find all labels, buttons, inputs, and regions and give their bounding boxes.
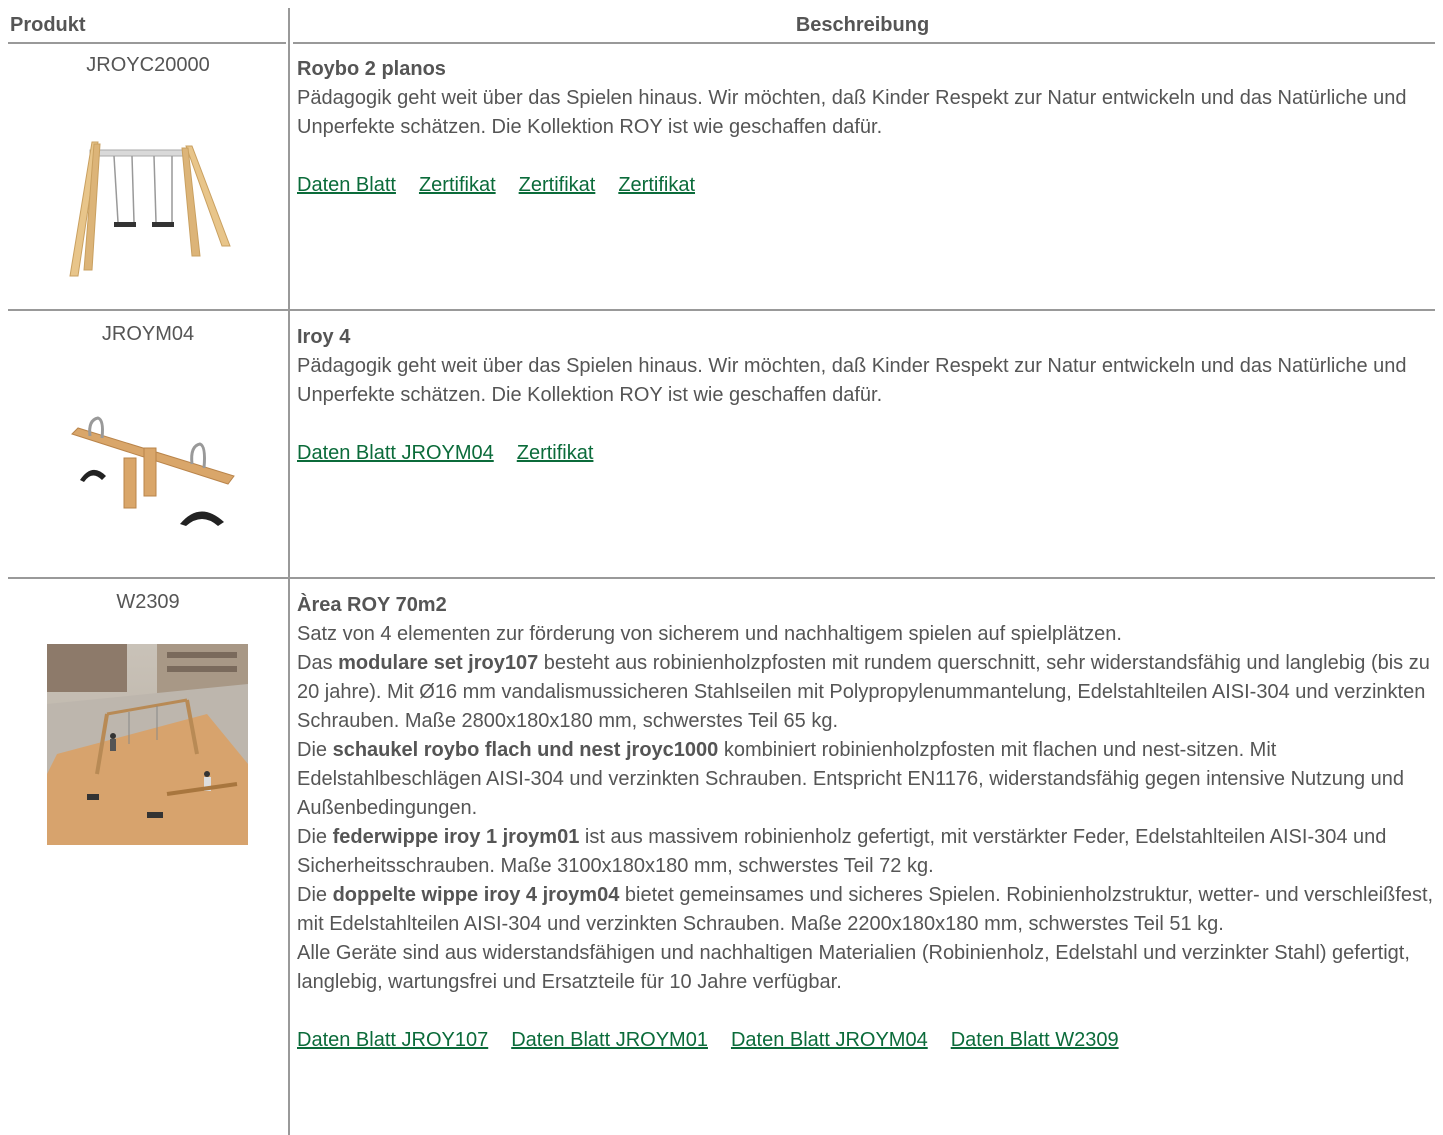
link-datasheet[interactable]: Daten Blatt JROYM01	[511, 1029, 708, 1051]
product-title: Iroy 4	[297, 326, 351, 348]
description-paragraph: Die schaukel roybo flach und nest jroyc1…	[297, 739, 1405, 819]
description-paragraph: Die federwippe iroy 1 jroym01 ist aus ma…	[297, 826, 1387, 877]
product-title: Roybo 2 planos	[297, 58, 446, 80]
link-group: Daten Blatt JROY107 Daten Blatt JROYM01 Da…	[297, 1026, 1437, 1055]
product-code: JROYC20000	[86, 54, 210, 76]
link-group: Daten Blatt Zertifikat Zertifikat Zertifika…	[297, 171, 1437, 200]
description-text: Pädagogik geht weit über das Spielen hin…	[297, 87, 1407, 138]
product-code: JROYM04	[101, 323, 195, 345]
link-datasheet[interactable]: Daten Blatt JROY107	[297, 1029, 488, 1051]
row-rule	[290, 577, 1435, 579]
product-title: Àrea ROY 70m2	[297, 594, 447, 616]
description-paragraph: Alle Geräte sind aus widerstandsfähigen …	[297, 942, 1410, 993]
link-datasheet[interactable]: Daten Blatt	[297, 174, 396, 196]
column-header-description: Beschreibung	[795, 14, 930, 36]
row-rule	[8, 577, 288, 579]
link-certificate[interactable]: Zertifikat	[519, 174, 596, 196]
description-intro: Satz von 4 elementen zur förderung von s…	[297, 623, 1122, 645]
description-text: Pädagogik geht weit über das Spielen hin…	[297, 355, 1407, 406]
row-rule	[290, 309, 1435, 311]
link-datasheet[interactable]: Daten Blatt JROYM04	[297, 442, 494, 464]
link-certificate[interactable]: Zertifikat	[419, 174, 496, 196]
description-paragraph: Die doppelte wippe iroy 4 jroym04 bietet…	[297, 884, 1434, 935]
link-certificate[interactable]: Zertifikat	[517, 442, 594, 464]
link-group: Daten Blatt JROYM04 Zertifikat	[297, 439, 1437, 468]
header-rule-right	[293, 42, 1435, 44]
header-rule-left	[8, 42, 286, 44]
swing-product-image[interactable]	[62, 136, 234, 280]
product-code: W2309	[116, 591, 180, 613]
seesaw-product-image[interactable]	[68, 414, 236, 536]
link-datasheet[interactable]: Daten Blatt JROYM04	[731, 1029, 928, 1051]
product-description: Àrea ROY 70m2 Satz von 4 elementen zur f…	[297, 591, 1437, 1055]
product-description: Roybo 2 planos Pädagogik geht weit über …	[297, 55, 1437, 200]
description-paragraph: Das modulare set jroy107 besteht aus rob…	[297, 652, 1430, 732]
row-rule	[8, 309, 288, 311]
table-header: Produkt Beschreibung	[0, 0, 1443, 46]
column-header-product: Produkt	[10, 14, 86, 36]
link-datasheet[interactable]: Daten Blatt W2309	[951, 1029, 1119, 1051]
product-description: Iroy 4 Pädagogik geht weit über das Spie…	[297, 323, 1437, 468]
column-divider	[288, 8, 290, 1135]
link-certificate[interactable]: Zertifikat	[618, 174, 695, 196]
playground-area-image[interactable]	[47, 644, 248, 845]
